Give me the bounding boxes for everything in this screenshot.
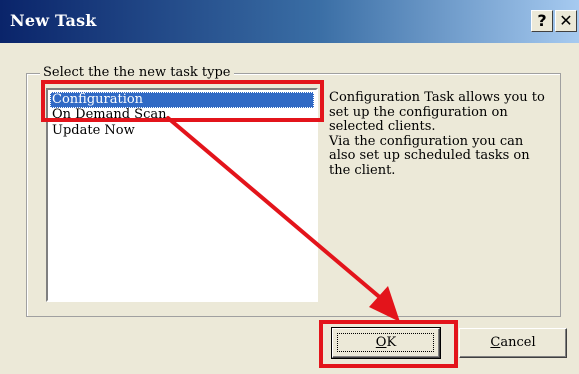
- description-line-1: Configuration Task allows you to set up …: [329, 90, 545, 134]
- cancel-label-rest: ancel: [500, 335, 536, 350]
- task-type-list[interactable]: Configuration On Demand Scan Update Now: [46, 88, 318, 302]
- dialog-title: New Task: [10, 11, 97, 30]
- help-button[interactable]: ?: [531, 10, 553, 32]
- description-line-2: Via the configuration you can also set u…: [329, 133, 530, 178]
- list-item-on-demand-scan[interactable]: On Demand Scan: [52, 107, 167, 123]
- close-icon: ✕: [559, 11, 573, 30]
- close-button[interactable]: ✕: [555, 10, 577, 32]
- help-icon: ?: [537, 11, 547, 30]
- cancel-mnemonic: C: [490, 335, 501, 350]
- list-item-configuration[interactable]: Configuration: [50, 92, 314, 108]
- focus-ring: [337, 333, 434, 352]
- list-item-update-now[interactable]: Update Now: [52, 123, 135, 139]
- task-description: Configuration Task allows you to set up …: [329, 90, 549, 178]
- group-legend: Select the the new task type: [40, 65, 234, 80]
- title-bar[interactable]: New Task ? ✕: [0, 0, 579, 43]
- ok-button[interactable]: OK: [331, 327, 441, 359]
- cancel-button[interactable]: Cancel: [459, 328, 567, 358]
- new-task-dialog: New Task ? ✕ Select the the new task typ…: [0, 0, 579, 374]
